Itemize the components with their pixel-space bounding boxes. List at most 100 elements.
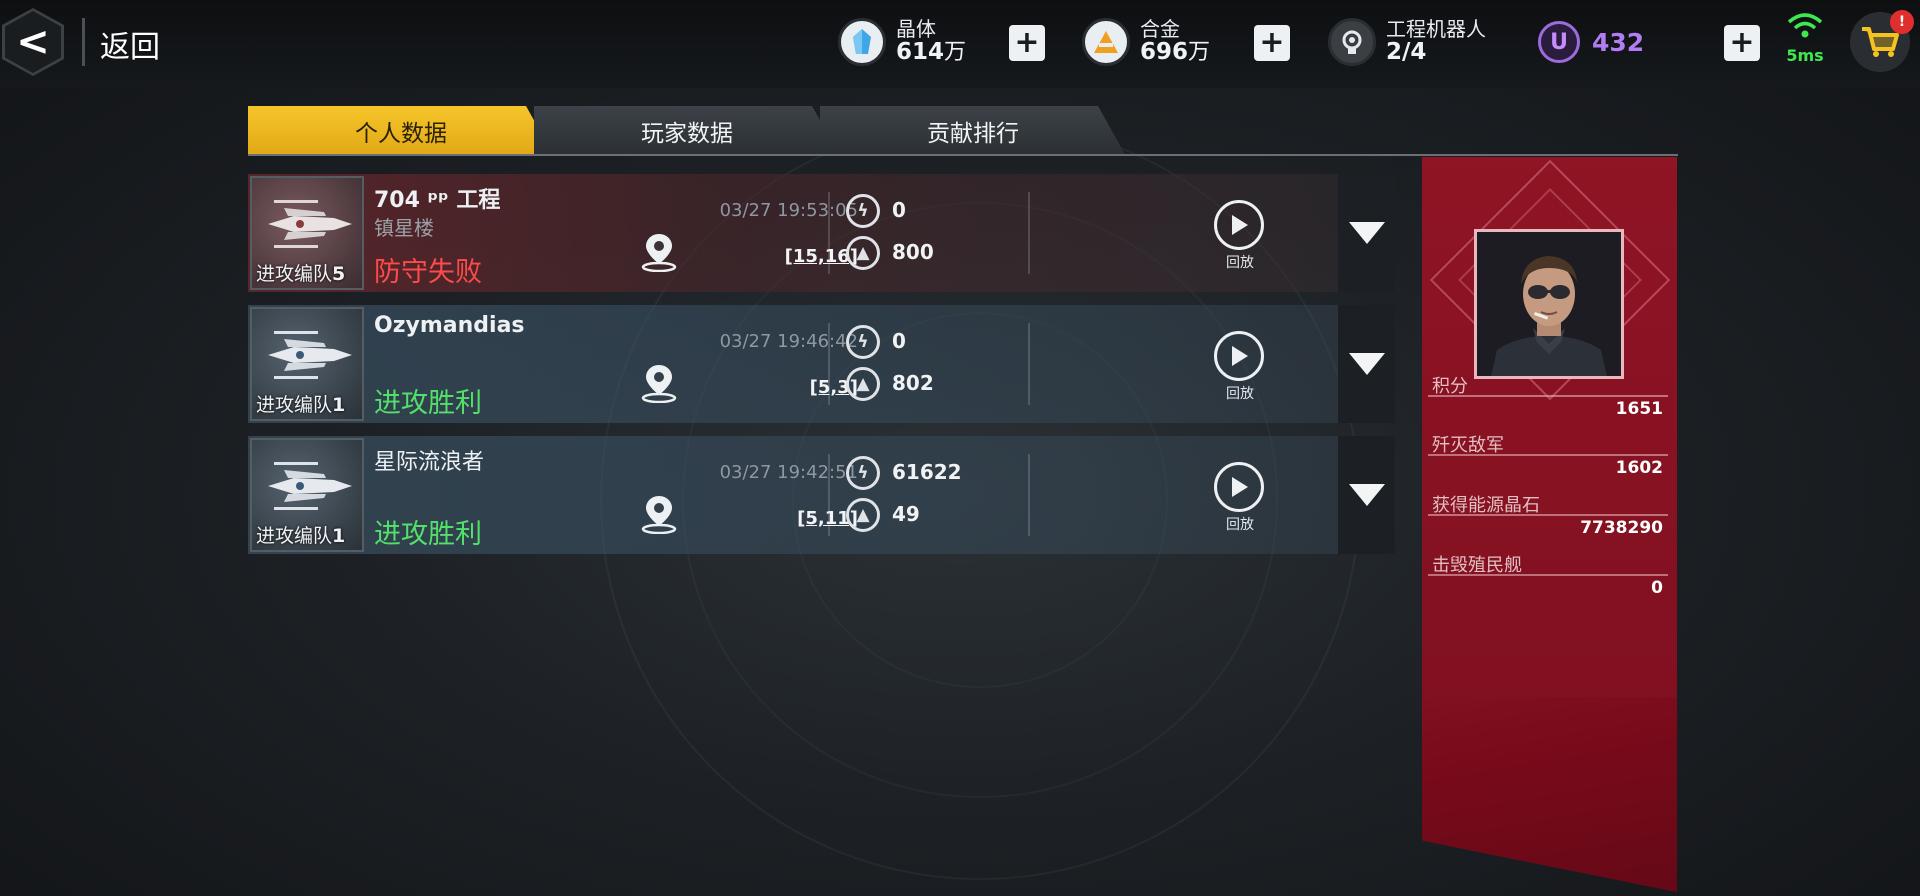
battle-result: 防守失败 [374,257,482,288]
replay-label: 回放 [1226,386,1254,402]
shop-button[interactable]: ! [1850,10,1914,72]
robot-icon [1328,18,1376,66]
expand-button[interactable] [1338,305,1395,423]
battle-time: 03/27 19:53:05 [719,200,858,221]
notification-badge: ! [1890,10,1914,34]
replay-label: 回放 [1226,517,1254,533]
coordinates-link[interactable]: [5,11] [768,508,858,529]
add-uranium-button[interactable]: + [1724,25,1760,61]
fleet-thumbnail[interactable]: 进攻编队5 [250,176,364,290]
divider [1028,192,1030,274]
energy-icon: ϟ [846,456,880,490]
crystal-resource: 晶体 614万 [838,14,966,70]
coordinates-link[interactable]: [15,16] [768,246,858,267]
tab-personal-data[interactable]: 个人数据 [248,106,554,156]
divider [1028,454,1030,536]
tab-contribution-ranking[interactable]: 贡献排行 [820,106,1126,156]
chevron-down-icon [1348,484,1385,506]
alloy-resource: 合金 696万 [1082,14,1210,70]
battle-time: 03/27 19:42:51 [719,462,858,483]
back-button[interactable]: < [2,8,64,76]
divider [82,18,85,66]
location-pin-icon [641,365,677,403]
fleet-stat-value: 800 [892,240,934,264]
battle-result: 进攻胜利 [374,519,482,550]
tab-bar: 个人数据 玩家数据 贡献排行 [248,106,1678,156]
divider [1428,395,1668,397]
uranium-icon: U [1538,21,1580,63]
fleet-thumbnail[interactable]: 进攻编队1 [250,438,364,552]
fleet-thumbnail[interactable]: 进攻编队1 [250,307,364,421]
stat-value-score: 1651 [1615,399,1663,419]
crystal-label: 晶体 [896,17,936,42]
divider [1428,454,1668,456]
battle-record: 进攻编队1 Ozymandias 进攻胜利 03/27 19:46:42 [5,… [248,305,1395,423]
tab-player-data[interactable]: 玩家数据 [534,106,840,156]
expand-button[interactable] [1338,436,1395,554]
stat-value-enemies-destroyed: 1602 [1615,458,1663,478]
fleet-label: 进攻编队1 [256,525,346,547]
energy-icon: ϟ [846,325,880,359]
chevron-left-icon: < [16,19,50,65]
fleet-stat-icon: ▲ [846,236,880,270]
divider [1428,574,1668,576]
top-bar: < 返回 晶体 614万 + 合金 696万 + 工程机器人 2/4 U 432… [0,0,1920,88]
add-alloy-button[interactable]: + [1254,25,1290,61]
crystal-amount: 614万 [896,39,967,66]
fleet-stat-value: 802 [892,371,934,395]
stat-value-colony-ships: 0 [1651,578,1663,598]
energy-value: 0 [892,329,906,353]
opponent-name[interactable]: Ozymandias [374,313,525,338]
network-status: 5ms [1782,12,1828,72]
crystal-icon [838,18,886,66]
opponent-name[interactable]: 星际流浪者 [374,444,484,476]
alloy-amount: 696万 [1140,39,1211,66]
location-pin-icon [641,496,677,534]
energy-icon: ϟ [846,194,880,228]
fleet-ship-icon [268,331,352,379]
fleet-ship-icon [268,200,352,248]
fleet-label: 进攻编队1 [256,394,346,416]
avatar[interactable] [1474,229,1624,379]
alloy-icon [1082,18,1130,66]
uranium-resource: U 432 [1538,14,1644,70]
back-label[interactable]: 返回 [100,22,160,66]
chevron-down-icon [1348,353,1385,375]
robot-label: 工程机器人 [1386,17,1486,42]
uranium-amount: 432 [1592,27,1645,57]
energy-value: 61622 [892,460,962,484]
fleet-stat-value: 49 [892,502,920,526]
battle-time: 03/27 19:46:42 [719,331,858,352]
replay-label: 回放 [1226,255,1254,271]
divider [828,323,830,405]
fleet-stat-icon: ▲ [846,498,880,532]
replay-button[interactable]: 回放 [1214,462,1266,534]
opponent-name[interactable]: 704 ᵖᵖ 工程 [374,182,500,214]
stat-value-energy-crystals: 7738290 [1580,518,1663,538]
wifi-icon [1782,12,1828,46]
divider [1028,323,1030,405]
opponent-alliance: 镇星楼 [374,216,434,240]
robot-resource: 工程机器人 2/4 [1328,14,1486,70]
fleet-label: 进攻编队5 [256,263,346,285]
play-icon [1232,346,1248,366]
panel-decoration [1422,697,1677,892]
add-crystal-button[interactable]: + [1009,25,1045,61]
replay-button[interactable]: 回放 [1214,200,1266,272]
battle-record: 进攻编队5 704 ᵖᵖ 工程 镇星楼 防守失败 03/27 19:53:05 … [248,174,1395,292]
divider [828,454,830,536]
ping-label: 5ms [1786,46,1824,65]
alloy-label: 合金 [1140,17,1180,42]
commander-portrait [1477,232,1621,376]
energy-value: 0 [892,198,906,222]
battle-record: 进攻编队1 星际流浪者 进攻胜利 03/27 19:42:51 [5,11] ϟ… [248,436,1395,554]
chevron-down-icon [1348,222,1385,244]
fleet-ship-icon [268,462,352,510]
expand-button[interactable] [1338,174,1395,292]
divider [1428,514,1668,516]
coordinates-link[interactable]: [5,3] [768,377,858,398]
robot-amount: 2/4 [1386,39,1427,66]
player-stats-panel: 积分 1651 歼灭敌军 1602 获得能源晶石 7738290 击毁殖民舰 0 [1422,157,1677,892]
battle-result: 进攻胜利 [374,388,482,419]
replay-button[interactable]: 回放 [1214,331,1266,403]
